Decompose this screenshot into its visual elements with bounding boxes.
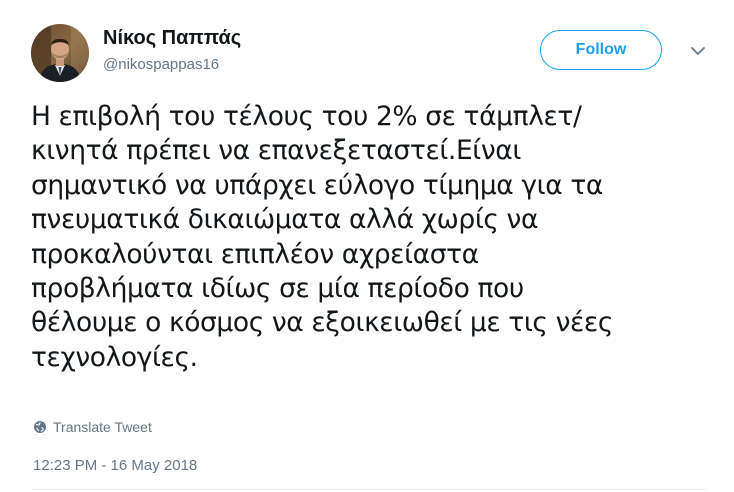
avatar-image	[31, 24, 89, 82]
chevron-down-icon[interactable]	[690, 44, 706, 56]
tweet-text-line: τεχνολογίες.	[31, 341, 198, 373]
tweet-text-line: κινητά πρέπει να επανεξεταστεί.Είναι	[31, 135, 521, 167]
tweet-text-line: πνευματικά δικαιώματα αλλά χωρίς να	[31, 204, 539, 236]
tweet-text-line: προκαλούνται επιπλέον αχρείαστα	[31, 238, 479, 270]
avatar[interactable]	[31, 24, 89, 82]
tweet-card: Νίκος Παππάς @nikospappas16 Follow Η επι…	[0, 0, 734, 492]
author-name[interactable]: Νίκος Παππάς	[103, 27, 241, 50]
tweet-text: Η επιβολή του τέλους του 2% σε τάμπλετ/ …	[31, 100, 721, 375]
author-handle[interactable]: @nikospappas16	[103, 56, 219, 73]
tweet-text-line: σημαντικό να υπάρχει εύλογο τίμημα για τ…	[31, 169, 603, 201]
tweet-timestamp[interactable]: 12:23 PM - 16 May 2018	[33, 457, 197, 474]
translate-tweet-link[interactable]: Translate Tweet	[33, 419, 152, 435]
translate-tweet-label: Translate Tweet	[53, 419, 152, 435]
globe-icon	[33, 420, 47, 434]
follow-button[interactable]: Follow	[540, 30, 662, 70]
tweet-text-line: προβλήματα ιδίως σε μία περίοδο που	[31, 273, 524, 305]
tweet-text-line: θέλουμε ο κόσμος να εξοικειωθεί με τις ν…	[31, 307, 614, 339]
tweet-text-line: Η επιβολή του τέλους του 2% σε τάμπλετ/	[31, 101, 582, 132]
divider	[31, 489, 707, 490]
